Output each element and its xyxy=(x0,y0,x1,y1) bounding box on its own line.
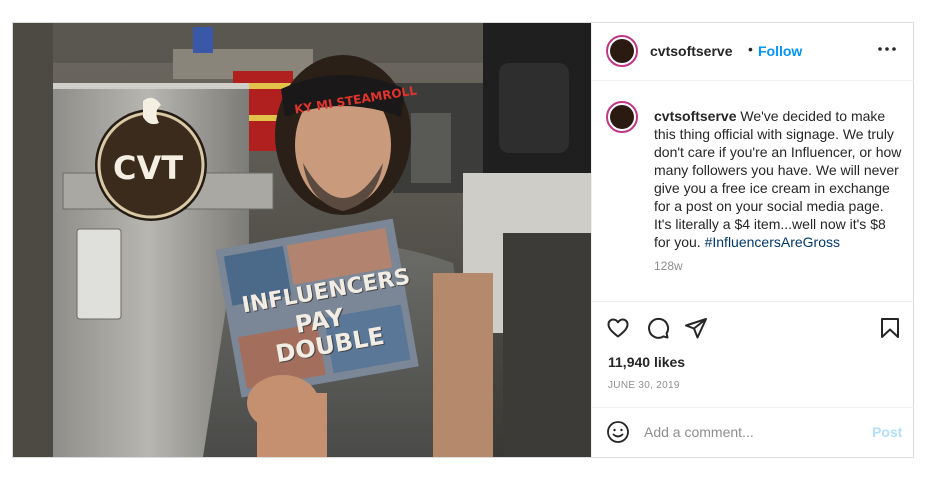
avatar-image xyxy=(610,39,634,63)
likes-count[interactable]: 11,940 likes xyxy=(608,354,685,370)
instagram-post: CVT KY MI STEAMROLL INFLUENCERS PAY DOUB… xyxy=(12,22,914,458)
comment-icon[interactable] xyxy=(646,316,670,340)
caption-body: We've decided to make this thing officia… xyxy=(654,108,902,250)
post-date: JUNE 30, 2019 xyxy=(608,380,680,391)
post-side-panel: cvtsoftserve • Follow cvtsoftserve We've… xyxy=(591,23,914,457)
caption-age[interactable]: 128w xyxy=(654,259,683,273)
photo-scene: CVT KY MI STEAMROLL xyxy=(13,23,591,457)
bookmark-icon[interactable] xyxy=(878,316,902,340)
more-options-icon[interactable] xyxy=(877,41,897,57)
avatar[interactable] xyxy=(606,35,638,67)
share-icon[interactable] xyxy=(684,316,708,340)
follow-button[interactable]: Follow xyxy=(758,43,802,59)
hashtag-link[interactable]: #InfluencersAreGross xyxy=(705,234,840,250)
avatar-image xyxy=(610,105,634,129)
store-logo-text: CVT xyxy=(113,149,183,187)
post-comment-button[interactable]: Post xyxy=(872,424,902,440)
post-photo[interactable]: CVT KY MI STEAMROLL INFLUENCERS PAY DOUB… xyxy=(13,23,591,457)
heart-icon[interactable] xyxy=(606,316,630,340)
caption-avatar[interactable] xyxy=(606,101,638,133)
action-bar xyxy=(592,301,914,355)
post-header: cvtsoftserve • Follow xyxy=(592,23,914,81)
comment-input[interactable] xyxy=(644,422,854,442)
separator-dot: • xyxy=(748,41,753,57)
username-link[interactable]: cvtsoftserve xyxy=(650,43,733,59)
caption-username-link[interactable]: cvtsoftserve xyxy=(654,108,737,124)
comment-bar: Post xyxy=(592,407,914,457)
emoji-icon[interactable] xyxy=(606,420,630,444)
caption-text: cvtsoftserve We've decided to make this … xyxy=(654,107,904,251)
